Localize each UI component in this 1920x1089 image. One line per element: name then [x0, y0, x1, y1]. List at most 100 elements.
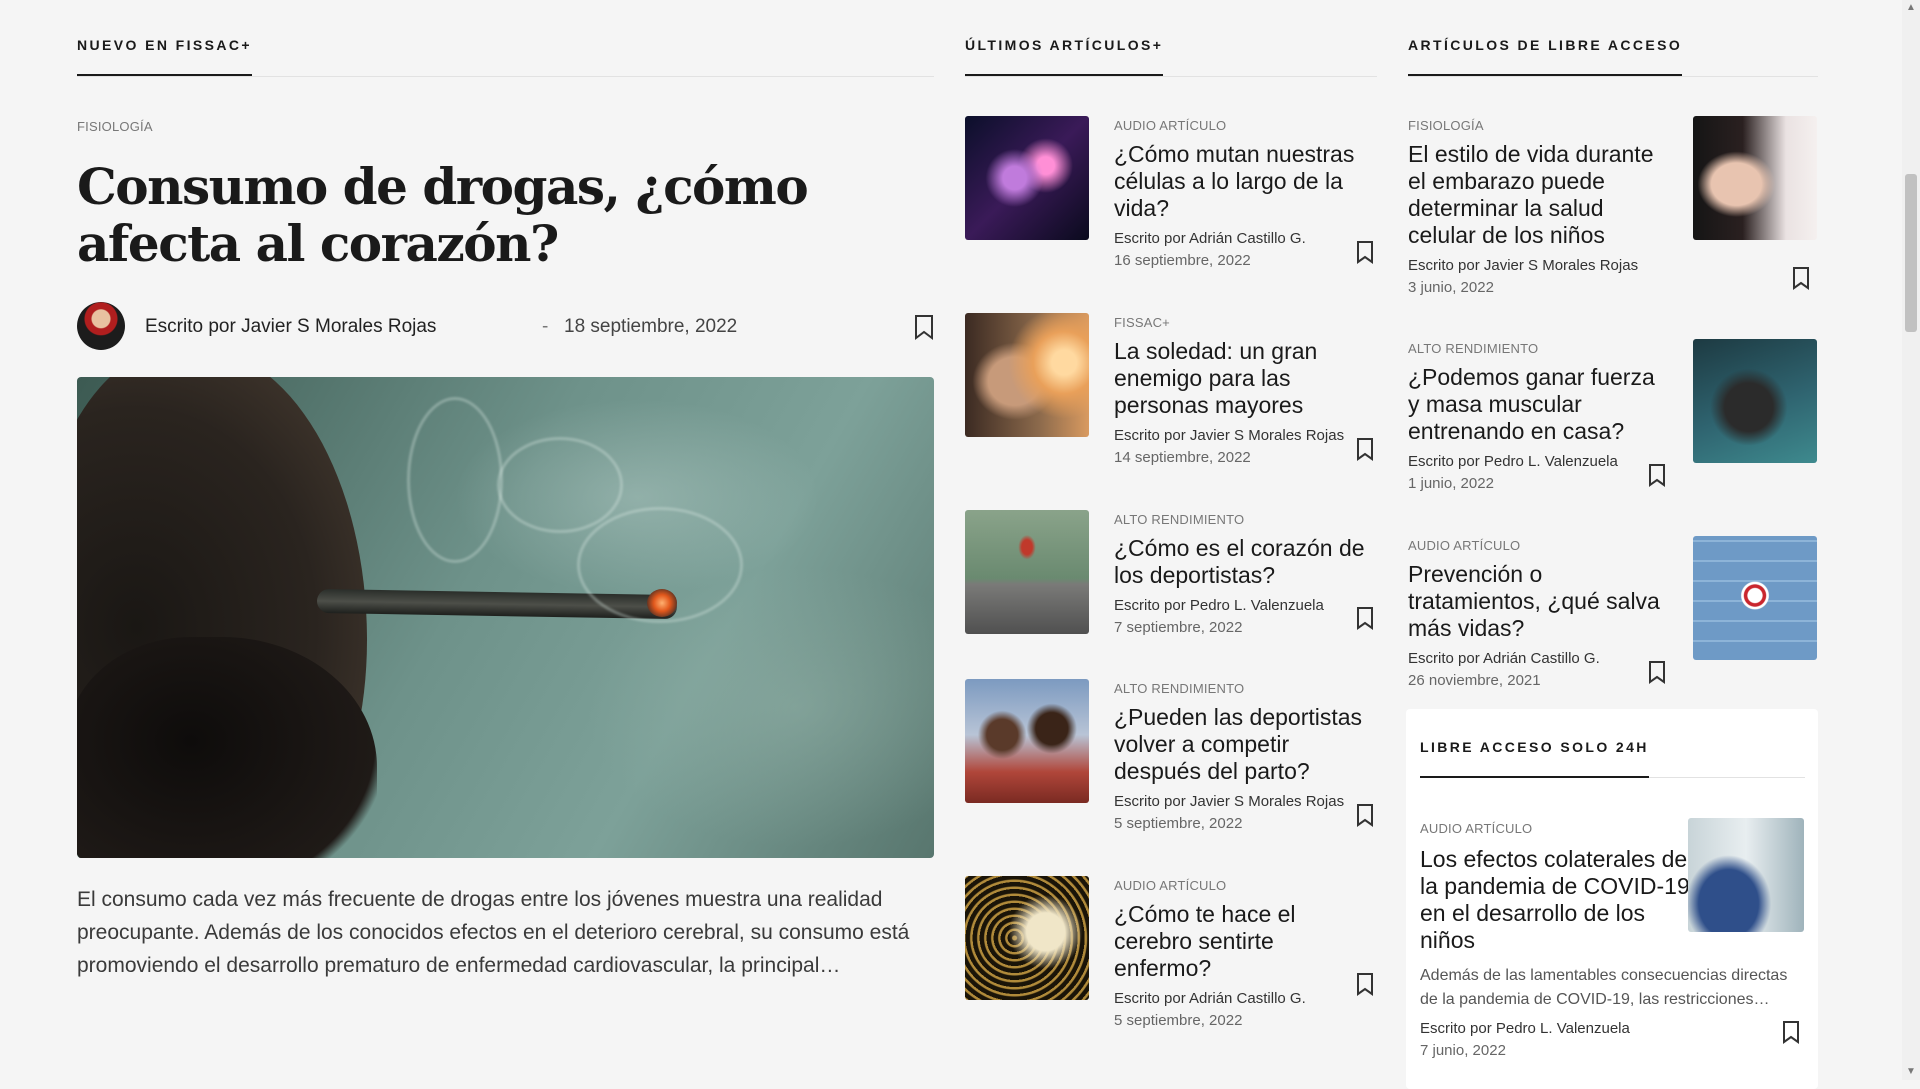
featured-excerpt: El consumo cada vez más frecuente de dro… [77, 888, 910, 977]
item-author[interactable]: Escrito por Adrián Castillo G. [1114, 230, 1377, 247]
bookmark-icon[interactable] [1792, 266, 1810, 290]
bookmark-icon[interactable] [1648, 463, 1666, 487]
section-title-24h[interactable]: LIBRE ACCESO SOLO 24H [1420, 739, 1649, 778]
article-thumbnail[interactable] [1693, 339, 1817, 463]
list-item[interactable]: AUDIO ARTÍCULO ¿Cómo te hace el cerebro … [965, 876, 1377, 1029]
item-author[interactable]: Escrito por Pedro L. Valenzuela [1408, 453, 1670, 470]
hero-smoke-shape [577, 507, 743, 623]
item-body: FISSAC+ La soledad: un gran enemigo para… [1114, 313, 1377, 466]
section-title-new[interactable]: NUEVO EN FISSAC+ [77, 37, 252, 76]
bookmark-icon[interactable] [914, 314, 934, 345]
item-date: 3 junio, 2022 [1408, 279, 1494, 296]
list-item[interactable]: FISSAC+ La soledad: un gran enemigo para… [965, 313, 1377, 466]
hero-smoke-shape [497, 437, 623, 533]
special-item-body[interactable]: AUDIO ARTÍCULO Los efectos colaterales d… [1420, 820, 1787, 1059]
article-thumbnail[interactable] [1688, 818, 1804, 932]
item-body: AUDIO ARTÍCULO ¿Cómo mutan nuestras célu… [1114, 116, 1377, 269]
article-thumbnail[interactable] [965, 510, 1089, 634]
item-date: 16 septiembre, 2022 [1114, 252, 1251, 269]
item-title[interactable]: ¿Podemos ganar fuerza y masa muscular en… [1408, 364, 1670, 445]
item-category[interactable]: AUDIO ARTÍCULO [1408, 538, 1670, 553]
item-author[interactable]: Escrito por Javier S Morales Rojas [1114, 793, 1377, 810]
item-title[interactable]: ¿Pueden las deportistas volver a competi… [1114, 704, 1377, 785]
featured-author-row: Escrito por Javier S Morales Rojas - 18 … [77, 302, 934, 350]
scroll-up-icon[interactable]: ▲ [1906, 3, 1916, 13]
item-author[interactable]: Escrito por Adrián Castillo G. [1408, 650, 1670, 667]
featured-column: NUEVO EN FISSAC+ FISIOLOGÍA Consumo de d… [77, 0, 934, 977]
avatar[interactable] [77, 302, 125, 350]
featured-author[interactable]: Escrito por Javier S Morales Rojas [145, 316, 436, 338]
item-date: 1 junio, 2022 [1408, 475, 1494, 492]
scroll-down-icon[interactable]: ▼ [1906, 1067, 1916, 1077]
separator: - [542, 316, 549, 337]
item-date: 5 septiembre, 2022 [1114, 1012, 1243, 1029]
item-category[interactable]: ALTO RENDIMIENTO [1114, 681, 1377, 696]
article-thumbnail[interactable] [965, 313, 1089, 437]
item-body: ALTO RENDIMIENTO ¿Cómo es el corazón de … [1114, 510, 1377, 636]
item-date: 26 noviembre, 2021 [1408, 672, 1541, 689]
bookmark-icon[interactable] [1356, 437, 1374, 461]
list-item[interactable]: ALTO RENDIMIENTO ¿Cómo es el corazón de … [965, 510, 1377, 660]
item-excerpt: Además de las lamentables consecuencias … [1420, 967, 1788, 1008]
featured-category[interactable]: FISIOLOGÍA [77, 119, 153, 134]
scrollbar-thumb[interactable] [1905, 174, 1917, 332]
item-author[interactable]: Escrito por Pedro L. Valenzuela [1114, 597, 1377, 614]
item-title[interactable]: La soledad: un gran enemigo para las per… [1114, 338, 1377, 419]
article-thumbnail[interactable] [965, 679, 1089, 803]
item-category[interactable]: ALTO RENDIMIENTO [1408, 341, 1670, 356]
latest-column: ÚLTIMOS ARTÍCULOS+ AUDIO ARTÍCULO ¿Cómo … [965, 0, 1377, 1029]
bookmark-icon[interactable] [1356, 606, 1374, 630]
article-thumbnail[interactable] [1693, 116, 1817, 240]
item-author[interactable]: Escrito por Pedro L. Valenzuela [1420, 1020, 1690, 1037]
featured-title[interactable]: Consumo de drogas, ¿cómo afecta al coraz… [77, 158, 927, 272]
item-category[interactable]: ALTO RENDIMIENTO [1114, 512, 1377, 527]
item-body: AUDIO ARTÍCULO Prevención o tratamientos… [1408, 536, 1670, 689]
bookmark-icon[interactable] [1356, 803, 1374, 827]
bookmark-icon[interactable] [1782, 1020, 1800, 1044]
list-item[interactable]: ALTO RENDIMIENTO ¿Pueden las deportistas… [965, 679, 1377, 832]
bookmark-icon[interactable] [1356, 240, 1374, 264]
list-item[interactable]: AUDIO ARTÍCULO Prevención o tratamientos… [1408, 536, 1818, 689]
item-date: 5 septiembre, 2022 [1114, 815, 1243, 832]
item-body: ALTO RENDIMIENTO ¿Podemos ganar fuerza y… [1408, 339, 1670, 492]
item-date: 14 septiembre, 2022 [1114, 449, 1251, 466]
item-author[interactable]: Escrito por Javier S Morales Rojas [1408, 257, 1670, 274]
section-title-latest[interactable]: ÚLTIMOS ARTÍCULOS+ [965, 37, 1164, 76]
item-title[interactable]: Prevención o tratamientos, ¿qué salva má… [1408, 561, 1670, 642]
section-title-free[interactable]: ARTÍCULOS DE LIBRE ACCESO [1408, 37, 1683, 76]
item-body: AUDIO ARTÍCULO ¿Cómo te hace el cerebro … [1114, 876, 1377, 1029]
item-author[interactable]: Escrito por Adrián Castillo G. [1114, 990, 1377, 1007]
scrollbar[interactable]: ▲ ▼ [1902, 0, 1920, 1080]
item-title[interactable]: ¿Cómo mutan nuestras células a lo largo … [1114, 141, 1377, 222]
item-category[interactable]: FISSAC+ [1114, 315, 1377, 330]
section-header-free: ARTÍCULOS DE LIBRE ACCESO [1408, 0, 1818, 77]
item-category[interactable]: AUDIO ARTÍCULO [1420, 821, 1532, 836]
section-header-24h: LIBRE ACCESO SOLO 24H [1420, 709, 1805, 778]
item-category[interactable]: AUDIO ARTÍCULO [1114, 878, 1377, 893]
free-24h-box: LIBRE ACCESO SOLO 24H AUDIO ARTÍCULO Los… [1406, 709, 1818, 1089]
article-thumbnail[interactable] [965, 876, 1089, 1000]
list-item[interactable]: AUDIO ARTÍCULO ¿Cómo mutan nuestras célu… [965, 116, 1377, 269]
item-title[interactable]: El estilo de vida durante el embarazo pu… [1408, 141, 1670, 249]
free-access-column: ARTÍCULOS DE LIBRE ACCESO FISIOLOGÍA El … [1408, 0, 1818, 689]
item-category[interactable]: FISIOLOGÍA [1408, 118, 1670, 133]
bookmark-icon[interactable] [1356, 972, 1374, 996]
list-item[interactable]: ALTO RENDIMIENTO ¿Podemos ganar fuerza y… [1408, 339, 1818, 492]
item-title[interactable]: ¿Cómo te hace el cerebro sentirte enferm… [1114, 901, 1377, 982]
bookmark-icon[interactable] [1648, 660, 1666, 684]
item-title[interactable]: ¿Cómo es el corazón de los deportistas? [1114, 535, 1377, 589]
article-thumbnail[interactable] [965, 116, 1089, 240]
item-date: 7 septiembre, 2022 [1114, 619, 1243, 636]
item-title[interactable]: Los efectos colaterales de la pandemia d… [1420, 846, 1690, 954]
section-header-new: NUEVO EN FISSAC+ [77, 0, 934, 77]
featured-image[interactable] [77, 377, 934, 858]
item-date: 7 junio, 2022 [1420, 1042, 1506, 1059]
article-thumbnail[interactable] [1693, 536, 1817, 660]
item-body: ALTO RENDIMIENTO ¿Pueden las deportistas… [1114, 679, 1377, 832]
featured-date: 18 septiembre, 2022 [564, 316, 738, 337]
hero-smoke-shape [407, 397, 503, 563]
item-category[interactable]: AUDIO ARTÍCULO [1114, 118, 1377, 133]
list-item[interactable]: FISIOLOGÍA El estilo de vida durante el … [1408, 116, 1818, 296]
item-author[interactable]: Escrito por Javier S Morales Rojas [1114, 427, 1377, 444]
section-header-latest: ÚLTIMOS ARTÍCULOS+ [965, 0, 1377, 77]
